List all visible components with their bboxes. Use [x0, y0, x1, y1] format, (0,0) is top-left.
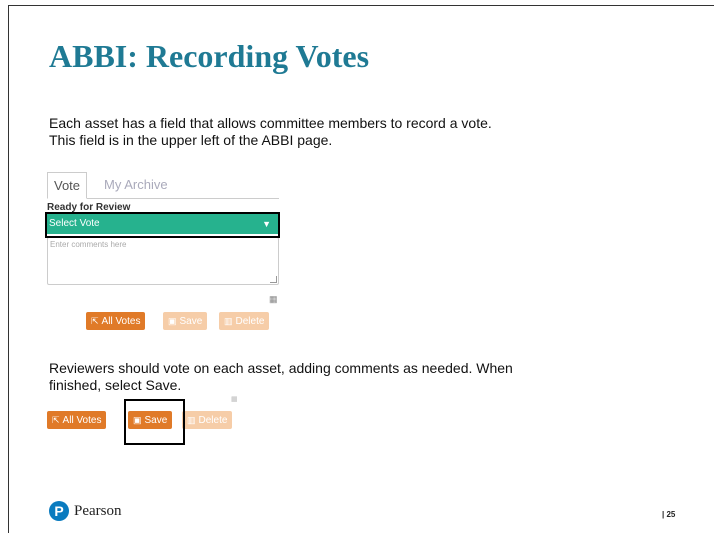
tab-vote[interactable]: Vote	[47, 172, 88, 199]
comments-placeholder: Enter comments here	[50, 240, 127, 249]
pearson-logo-icon: P	[49, 501, 69, 521]
external-link-icon: ⇱	[91, 316, 99, 326]
calendar-icon-lower[interactable]: ▦	[231, 395, 238, 403]
intro-paragraph: Each asset has a field that allows commi…	[49, 115, 492, 148]
delete-button-lower[interactable]: ▥ Delete	[182, 411, 233, 429]
save-button[interactable]: ▣ Save	[163, 312, 208, 330]
pearson-logo: P Pearson	[49, 501, 122, 521]
select-highlight-box	[45, 212, 280, 238]
delete-button[interactable]: ▥ Delete	[219, 312, 270, 330]
calendar-icon[interactable]: ▦	[269, 294, 278, 305]
slide-title: ABBI: Recording Votes	[49, 38, 370, 74]
tab-my-archive[interactable]: My Archive	[98, 172, 174, 197]
trash-icon: ▥	[224, 316, 233, 326]
instructions-paragraph: Reviewers should vote on each asset, add…	[49, 360, 513, 393]
slide-frame-left	[8, 5, 9, 533]
pearson-logo-text: Pearson	[74, 502, 122, 519]
slide-frame-top	[8, 5, 714, 6]
page-number: | 25	[662, 510, 676, 519]
external-link-icon: ⇱	[52, 415, 60, 425]
all-votes-button-lower[interactable]: ⇱ All Votes	[47, 411, 107, 429]
comments-textarea[interactable]: Enter comments here	[47, 237, 279, 285]
all-votes-button[interactable]: ⇱ All Votes	[86, 312, 146, 330]
trash-icon: ▥	[187, 415, 196, 425]
save-highlight-box	[124, 399, 185, 445]
floppy-disk-icon: ▣	[168, 316, 177, 326]
vote-tabs: Vote My Archive	[47, 172, 279, 199]
resize-grip-icon[interactable]	[270, 276, 277, 283]
